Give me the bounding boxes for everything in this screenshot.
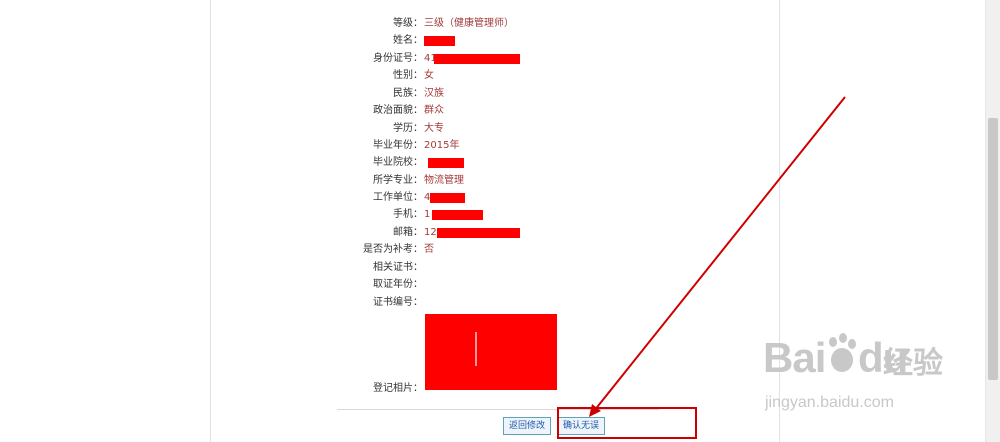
jingyan-brand: 经验 [883,347,943,380]
paw-icon [829,333,856,372]
baidu-logo-text: Bai [763,334,826,381]
watermark-url: jingyan.baidu.com [765,394,894,411]
baidu-jingyan-watermark: Bai du 经验 jingyan.baidu.com [763,330,953,420]
